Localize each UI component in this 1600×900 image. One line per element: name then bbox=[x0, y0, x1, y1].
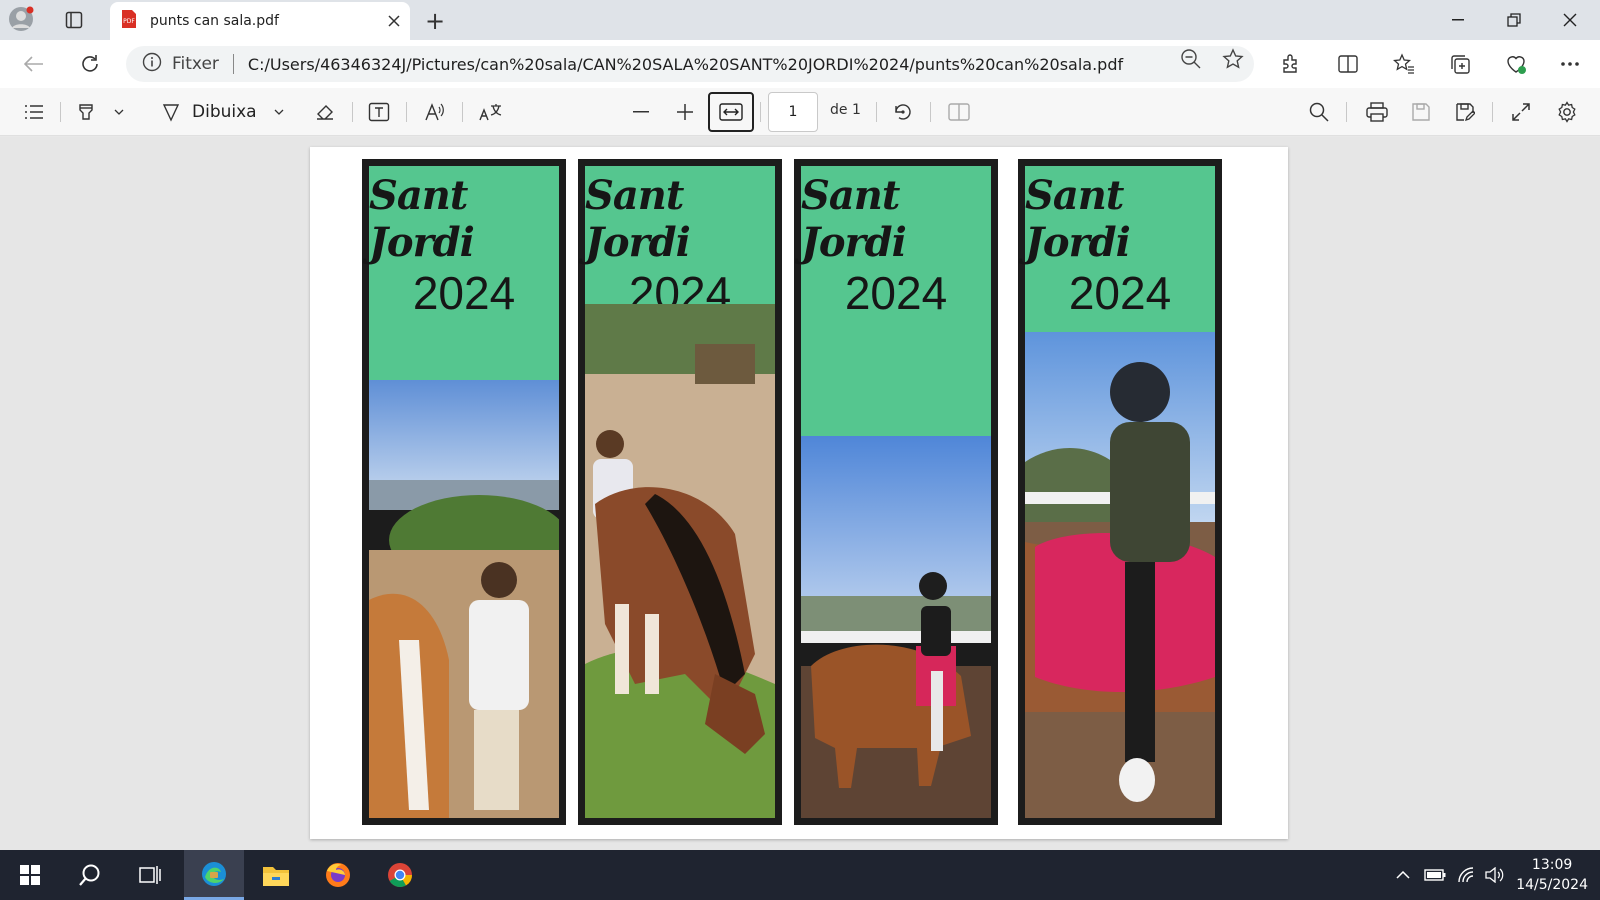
edge-browser-icon[interactable] bbox=[184, 850, 244, 900]
search-icon[interactable] bbox=[60, 850, 120, 900]
translate-icon[interactable] bbox=[476, 96, 506, 128]
close-window-button[interactable] bbox=[1542, 0, 1598, 40]
toolbar-separator bbox=[876, 102, 877, 122]
show-hidden-icons-chevron-up-icon[interactable] bbox=[1390, 850, 1416, 900]
bookmark-header: Sant Jordi 2024 bbox=[585, 166, 775, 316]
clock-time: 13:09 bbox=[1531, 857, 1573, 873]
text-box-icon[interactable] bbox=[364, 96, 394, 128]
toolbar-separator bbox=[60, 102, 61, 122]
bookmark-year: 2024 bbox=[844, 267, 948, 319]
highlight-dropdown-chevron-down-icon[interactable] bbox=[108, 96, 130, 128]
bookmark-year: 2024 bbox=[1068, 267, 1172, 319]
more-options-icon[interactable] bbox=[1554, 48, 1586, 80]
zoom-out-icon[interactable] bbox=[1180, 48, 1202, 74]
bookmark-header: Sant Jordi 2024 bbox=[1025, 166, 1215, 332]
fullscreen-expand-icon[interactable] bbox=[1506, 96, 1536, 128]
profile-avatar-icon[interactable] bbox=[8, 6, 34, 32]
address-scheme-label: Fitxer bbox=[172, 54, 219, 74]
extensions-icon[interactable] bbox=[1274, 48, 1306, 80]
toolbar-separator bbox=[462, 102, 463, 122]
eraser-icon[interactable] bbox=[310, 96, 340, 128]
toolbar-separator bbox=[352, 102, 353, 122]
contents-list-icon[interactable] bbox=[18, 96, 50, 128]
pdf-page: Sant Jordi 2024 Sant Jordi 2024 Sant Jor… bbox=[310, 147, 1288, 839]
settings-gear-icon[interactable] bbox=[1552, 96, 1582, 128]
pdf-toolbar: Dibuixa 1 de 1 bbox=[0, 88, 1600, 136]
bookmark-photo bbox=[369, 380, 559, 818]
rotate-icon[interactable] bbox=[888, 96, 918, 128]
clock-date: 14/5/2024 bbox=[1516, 877, 1588, 893]
tab-strip: PDF punts can sala.pdf + bbox=[0, 0, 1600, 40]
tab-title: punts can sala.pdf bbox=[150, 13, 279, 29]
svg-text:PDF: PDF bbox=[123, 18, 135, 25]
zoom-out-button[interactable] bbox=[626, 96, 656, 128]
toolbar-separator bbox=[1346, 102, 1347, 122]
zoom-in-button[interactable] bbox=[670, 96, 700, 128]
pdf-file-icon: PDF bbox=[120, 9, 138, 33]
taskbar: 13:09 14/5/2024 bbox=[0, 850, 1600, 900]
bookmark-header: Sant Jordi 2024 bbox=[369, 166, 559, 380]
clock[interactable]: 13:09 14/5/2024 bbox=[1516, 855, 1588, 895]
new-tab-button[interactable]: + bbox=[420, 6, 450, 36]
draw-pen-icon[interactable] bbox=[156, 96, 186, 128]
bookmark-photo bbox=[1025, 332, 1215, 818]
bookmark-header: Sant Jordi 2024 bbox=[801, 166, 991, 436]
minimize-button[interactable] bbox=[1430, 0, 1486, 40]
fit-to-width-button[interactable] bbox=[708, 92, 754, 132]
bookmark-photo bbox=[801, 436, 991, 818]
battery-icon[interactable] bbox=[1420, 850, 1450, 900]
highlight-icon[interactable] bbox=[72, 96, 100, 128]
url-text[interactable]: C:/Users/46346324J/Pictures/can%20sala/C… bbox=[248, 55, 1123, 74]
wifi-icon[interactable] bbox=[1452, 850, 1482, 900]
bookmark-title: Sant Jordi bbox=[1025, 172, 1131, 266]
chrome-icon[interactable] bbox=[370, 850, 430, 900]
bookmark-card: Sant Jordi 2024 bbox=[578, 159, 782, 825]
favorite-star-icon[interactable] bbox=[1222, 48, 1244, 74]
bookmark-photo bbox=[585, 304, 775, 818]
windows-start-icon[interactable] bbox=[0, 850, 60, 900]
tab-actions-icon[interactable] bbox=[56, 0, 92, 40]
address-bar[interactable]: Fitxer C:/Users/46346324J/Pictures/can%2… bbox=[126, 46, 1254, 82]
split-screen-icon[interactable] bbox=[1332, 48, 1364, 80]
toolbar-separator bbox=[760, 102, 761, 122]
find-search-icon[interactable] bbox=[1304, 96, 1334, 128]
bookmark-year: 2024 bbox=[412, 267, 516, 319]
bookmark-title: Sant Jordi bbox=[801, 172, 907, 266]
file-explorer-icon[interactable] bbox=[246, 850, 306, 900]
address-separator bbox=[232, 54, 234, 74]
bookmark-card: Sant Jordi 2024 bbox=[794, 159, 998, 825]
toolbar-separator bbox=[406, 102, 407, 122]
print-icon[interactable] bbox=[1362, 96, 1392, 128]
read-aloud-icon[interactable] bbox=[420, 96, 450, 128]
close-tab-icon[interactable] bbox=[388, 12, 400, 31]
toolbar-separator bbox=[1492, 102, 1493, 122]
firefox-icon[interactable] bbox=[308, 850, 368, 900]
bookmark-title: Sant Jordi bbox=[369, 172, 475, 266]
restore-button[interactable] bbox=[1486, 0, 1542, 40]
draw-label: Dibuixa bbox=[192, 102, 257, 122]
bookmark-card: Sant Jordi 2024 bbox=[1018, 159, 1222, 825]
page-number-input[interactable]: 1 bbox=[768, 92, 818, 132]
info-icon[interactable] bbox=[142, 52, 162, 76]
volume-icon[interactable] bbox=[1480, 850, 1510, 900]
tab-pdf[interactable]: PDF punts can sala.pdf bbox=[110, 2, 410, 40]
navigation-bar: Fitxer C:/Users/46346324J/Pictures/can%2… bbox=[0, 40, 1600, 88]
favorites-icon[interactable] bbox=[1388, 48, 1420, 80]
task-view-icon[interactable] bbox=[120, 850, 180, 900]
bookmark-card: Sant Jordi 2024 bbox=[362, 159, 566, 825]
refresh-button[interactable] bbox=[74, 48, 106, 80]
draw-dropdown-chevron-down-icon[interactable] bbox=[268, 96, 290, 128]
toolbar-separator bbox=[930, 102, 931, 122]
collections-icon[interactable] bbox=[1444, 48, 1476, 80]
pdf-viewer[interactable]: Sant Jordi 2024 Sant Jordi 2024 Sant Jor… bbox=[0, 137, 1600, 850]
page-view-icon[interactable] bbox=[944, 96, 974, 128]
page-count-label: de 1 bbox=[830, 102, 861, 118]
save-as-icon[interactable] bbox=[1450, 96, 1480, 128]
save-icon[interactable] bbox=[1406, 96, 1436, 128]
back-button[interactable] bbox=[18, 48, 50, 80]
bookmark-title: Sant Jordi bbox=[585, 172, 691, 266]
draw-button[interactable]: Dibuixa bbox=[192, 96, 262, 128]
browser-essentials-icon[interactable] bbox=[1500, 48, 1532, 80]
